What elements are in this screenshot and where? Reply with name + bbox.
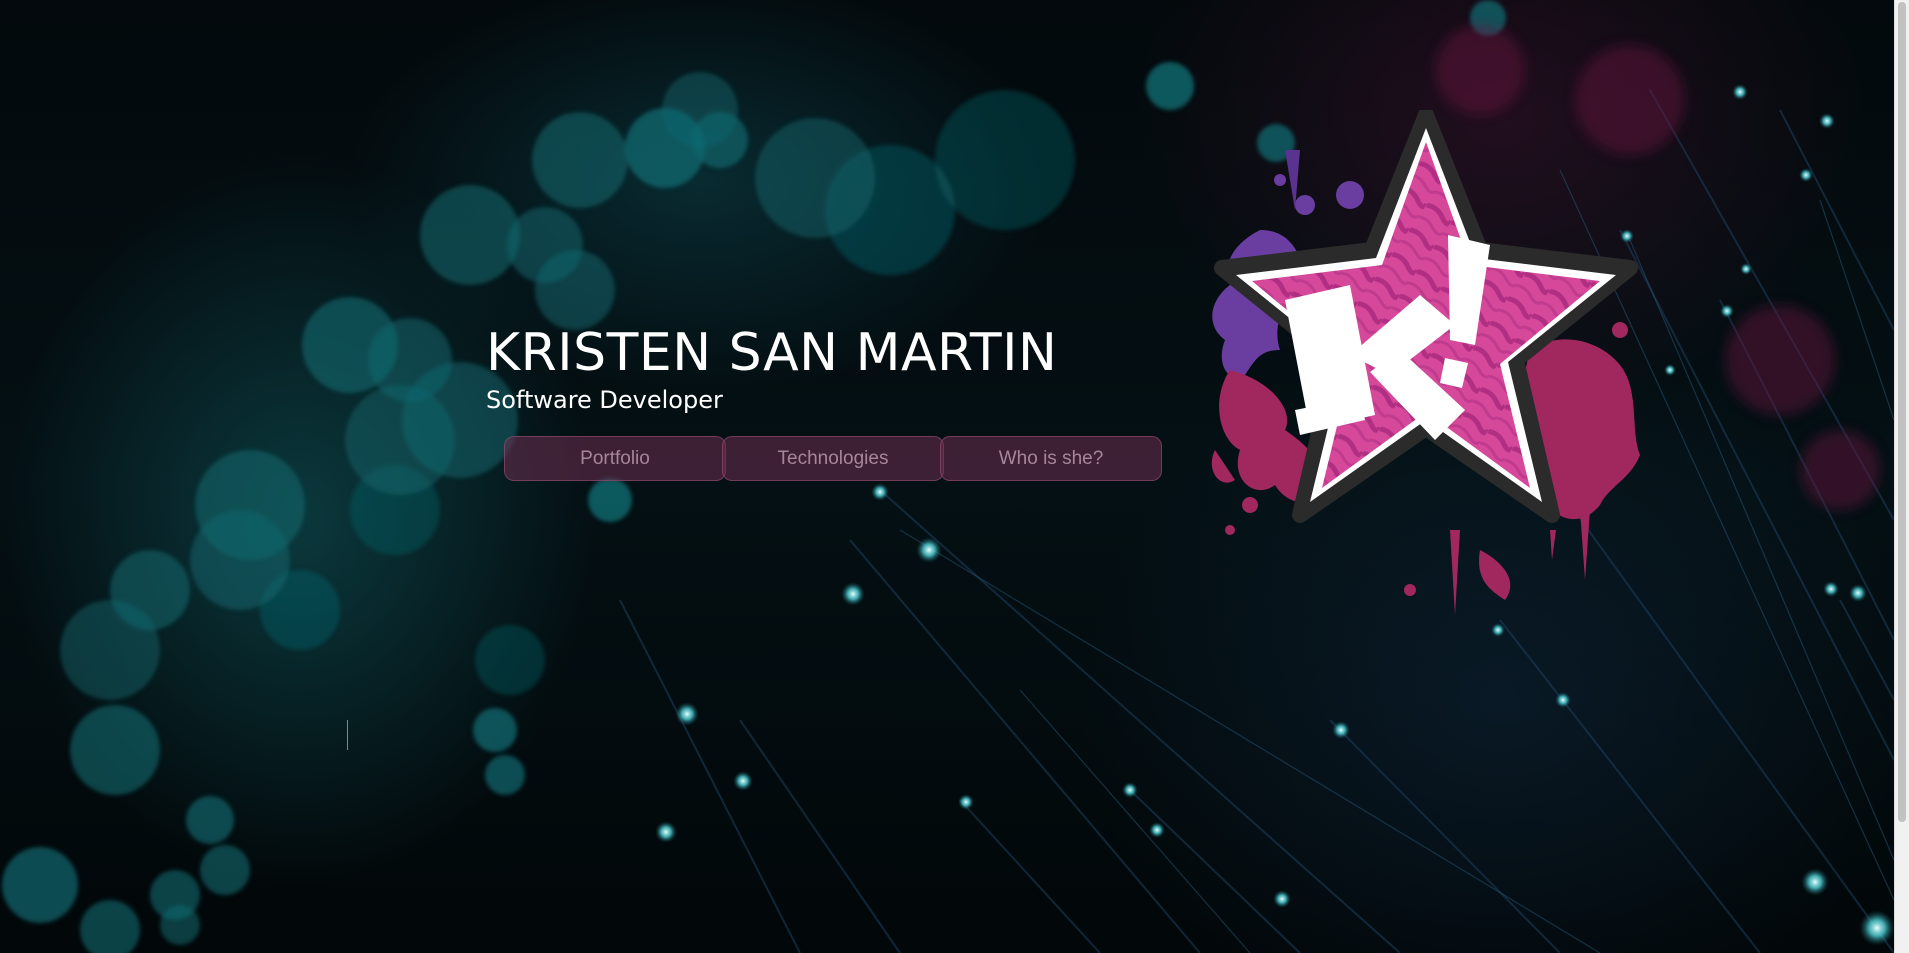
- nav-button-portfolio[interactable]: Portfolio: [504, 436, 726, 481]
- nav-button-who-is-she[interactable]: Who is she?: [940, 436, 1162, 481]
- hero: KRISTEN SAN MARTIN Software Developer: [486, 322, 1057, 416]
- star-k-logo-icon: [1211, 110, 1640, 615]
- main-nav: Portfolio Technologies Who is she?: [504, 436, 1162, 481]
- nav-button-technologies[interactable]: Technologies: [722, 436, 944, 481]
- page-scrollbar[interactable]: [1894, 0, 1909, 953]
- scrollbar-thumb[interactable]: [1898, 2, 1906, 822]
- text-cursor: [347, 720, 348, 750]
- page: KRISTEN SAN MARTIN Software Developer Po…: [0, 0, 1894, 953]
- hero-title: KRISTEN SAN MARTIN: [486, 323, 1058, 383]
- hero-subtitle: Software Developer: [486, 386, 723, 414]
